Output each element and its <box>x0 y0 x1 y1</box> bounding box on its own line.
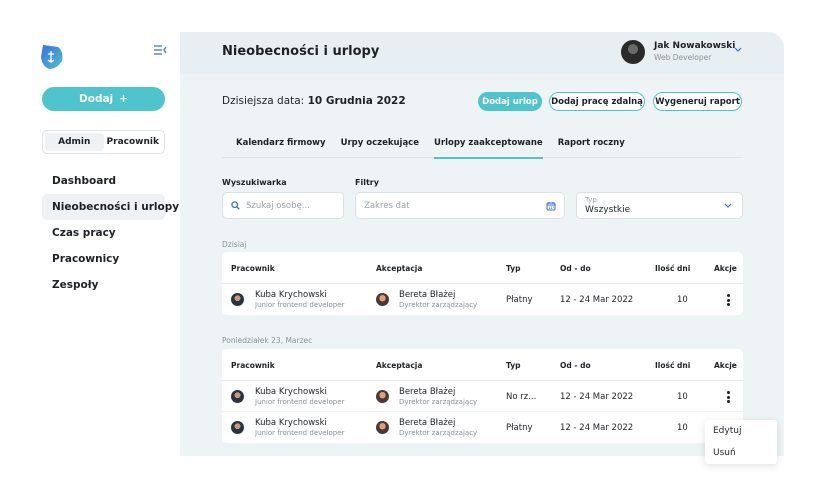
sidebar-nav: Dashboard Nieobecności i urlopy Czas pra… <box>42 168 179 298</box>
sidebar: Dodaj + Admin Pracownik Dashboard Nieobe… <box>0 0 180 488</box>
employee-name: Kuba Krychowski <box>255 387 327 397</box>
add-button-label: Dodaj <box>79 93 114 105</box>
col-days: Ilość dni <box>655 361 691 370</box>
leave-range: 12 - 24 Mar 2022 <box>560 423 634 433</box>
leave-days: 10 <box>677 392 688 402</box>
leave-type: Płatny <box>506 295 533 305</box>
approver-avatar <box>376 293 389 306</box>
tab-accepted-leaves[interactable]: Urlopy zaakceptowane <box>434 132 543 159</box>
filters-label: Filtry <box>355 178 379 187</box>
role-switch: Admin Pracownik <box>42 130 165 154</box>
tab-annual-report[interactable]: Raport roczny <box>558 132 625 158</box>
col-employee: Pracownik <box>231 361 275 370</box>
group-label: Poniedziałek 23, Marzec <box>222 336 313 345</box>
avatar[interactable] <box>621 40 645 64</box>
page-title: Nieobecności i urlopy <box>222 44 380 59</box>
user-name[interactable]: Jak Nowakowski <box>654 41 735 51</box>
approver-title: Dyrektor zarządzający <box>399 429 478 437</box>
table-row[interactable]: Kuba Krychowski Junior frontend develope… <box>222 381 743 412</box>
role-admin[interactable]: Admin <box>45 133 104 151</box>
leave-days: 10 <box>677 423 688 433</box>
leave-range: 12 - 24 Mar 2022 <box>560 392 634 402</box>
employee-avatar <box>231 293 244 306</box>
user-role: Web Developer <box>654 53 712 62</box>
col-type: Typ <box>506 264 521 273</box>
col-actions: Akcje <box>714 264 737 273</box>
role-employee[interactable]: Pracownik <box>104 133 163 151</box>
main-panel: Nieobecności i urlopy Jak Nowakowski Web… <box>180 32 784 456</box>
employee-avatar <box>231 421 244 434</box>
add-button[interactable]: Dodaj + <box>42 87 165 111</box>
employee-title: Junior frontend developer <box>255 301 345 309</box>
leave-table: Pracownik Akceptacja Typ Od - do Ilość d… <box>222 349 743 443</box>
leave-days: 10 <box>677 295 688 305</box>
sidebar-item-teams[interactable]: Zespoły <box>42 272 165 298</box>
collapse-menu-icon[interactable] <box>153 44 167 56</box>
today-date-label: Dzisiejsza data: <box>222 95 305 107</box>
approver-name: Bereta Błażej <box>399 418 456 428</box>
generate-report-button[interactable]: Wygeneruj raport <box>653 92 742 111</box>
type-select-value: Wszystkie <box>585 204 631 215</box>
chevron-down-icon <box>724 203 732 208</box>
approver-avatar <box>376 421 389 434</box>
logo-icon <box>41 45 63 69</box>
date-range-field[interactable]: Zakres dat <box>355 192 565 219</box>
sidebar-item-absences[interactable]: Nieobecności i urlopy <box>42 194 179 220</box>
approver-title: Dyrektor zarządzający <box>399 301 478 309</box>
leave-table: Pracownik Akceptacja Typ Od - do Ilość d… <box>222 252 743 315</box>
group-label: Dzisiaj <box>222 240 247 249</box>
search-label: Wyszukiwarka <box>222 178 287 187</box>
search-icon <box>231 201 240 210</box>
col-actions: Akcje <box>714 361 737 370</box>
table-header: Pracownik Akceptacja Typ Od - do Ilość d… <box>222 252 743 284</box>
type-select-caption: Typ <box>585 195 597 204</box>
table-row[interactable]: Kuba Krychowski Junior frontend develope… <box>222 412 743 443</box>
employee-title: Junior frontend developer <box>255 429 345 437</box>
table-header: Pracownik Akceptacja Typ Od - do Ilość d… <box>222 349 743 381</box>
chevron-down-icon[interactable] <box>734 47 742 53</box>
header: Nieobecności i urlopy Jak Nowakowski Web… <box>180 32 784 74</box>
menu-item-edit[interactable]: Edytuj <box>705 420 777 442</box>
leave-type: No rz... <box>506 392 537 402</box>
today-date: Dzisiejsza data: 10 Grudnia 2022 <box>222 95 406 107</box>
today-date-value: 10 Grudnia 2022 <box>307 95 406 107</box>
search-input[interactable]: Szukaj osobę... <box>222 192 344 219</box>
col-acceptance: Akceptacja <box>376 361 423 370</box>
add-leave-button[interactable]: Dodaj urlop <box>478 92 542 111</box>
date-range-placeholder: Zakres dat <box>364 200 410 211</box>
type-select[interactable]: Typ Wszystkie <box>576 192 743 219</box>
employee-avatar <box>231 390 244 403</box>
col-type: Typ <box>506 361 521 370</box>
col-acceptance: Akceptacja <box>376 264 423 273</box>
employee-title: Junior frontend developer <box>255 398 345 406</box>
search-placeholder: Szukaj osobę... <box>246 200 310 211</box>
menu-item-delete[interactable]: Usuń <box>705 442 777 464</box>
add-remote-work-button[interactable]: Dodaj pracę zdalną <box>549 92 645 111</box>
col-employee: Pracownik <box>231 264 275 273</box>
employee-name: Kuba Krychowski <box>255 290 327 300</box>
col-days: Ilość dni <box>655 264 691 273</box>
tab-company-calendar[interactable]: Kalendarz firmowy <box>236 132 326 158</box>
leave-range: 12 - 24 Mar 2022 <box>560 295 634 305</box>
calendar-icon <box>546 201 556 210</box>
employee-name: Kuba Krychowski <box>255 418 327 428</box>
sidebar-item-work-time[interactable]: Czas pracy <box>42 220 165 246</box>
col-range: Od - do <box>560 361 591 370</box>
approver-name: Bereta Błażej <box>399 387 456 397</box>
approver-avatar <box>376 390 389 403</box>
approver-name: Bereta Błażej <box>399 290 456 300</box>
approver-title: Dyrektor zarządzający <box>399 398 478 406</box>
plus-icon: + <box>119 93 128 105</box>
sidebar-item-dashboard[interactable]: Dashboard <box>42 168 165 194</box>
table-row[interactable]: Kuba Krychowski Junior frontend develope… <box>222 284 743 315</box>
tabs: Kalendarz firmowy Urpy oczekujące Urlopy… <box>222 132 743 159</box>
tab-pending-leaves[interactable]: Urpy oczekujące <box>341 132 419 158</box>
col-range: Od - do <box>560 264 591 273</box>
row-context-menu: Edytuj Usuń <box>705 420 777 464</box>
more-actions-icon[interactable] <box>727 391 731 403</box>
leave-type: Płatny <box>506 423 533 433</box>
more-actions-icon[interactable] <box>727 294 731 306</box>
sidebar-item-employees[interactable]: Pracownicy <box>42 246 165 272</box>
